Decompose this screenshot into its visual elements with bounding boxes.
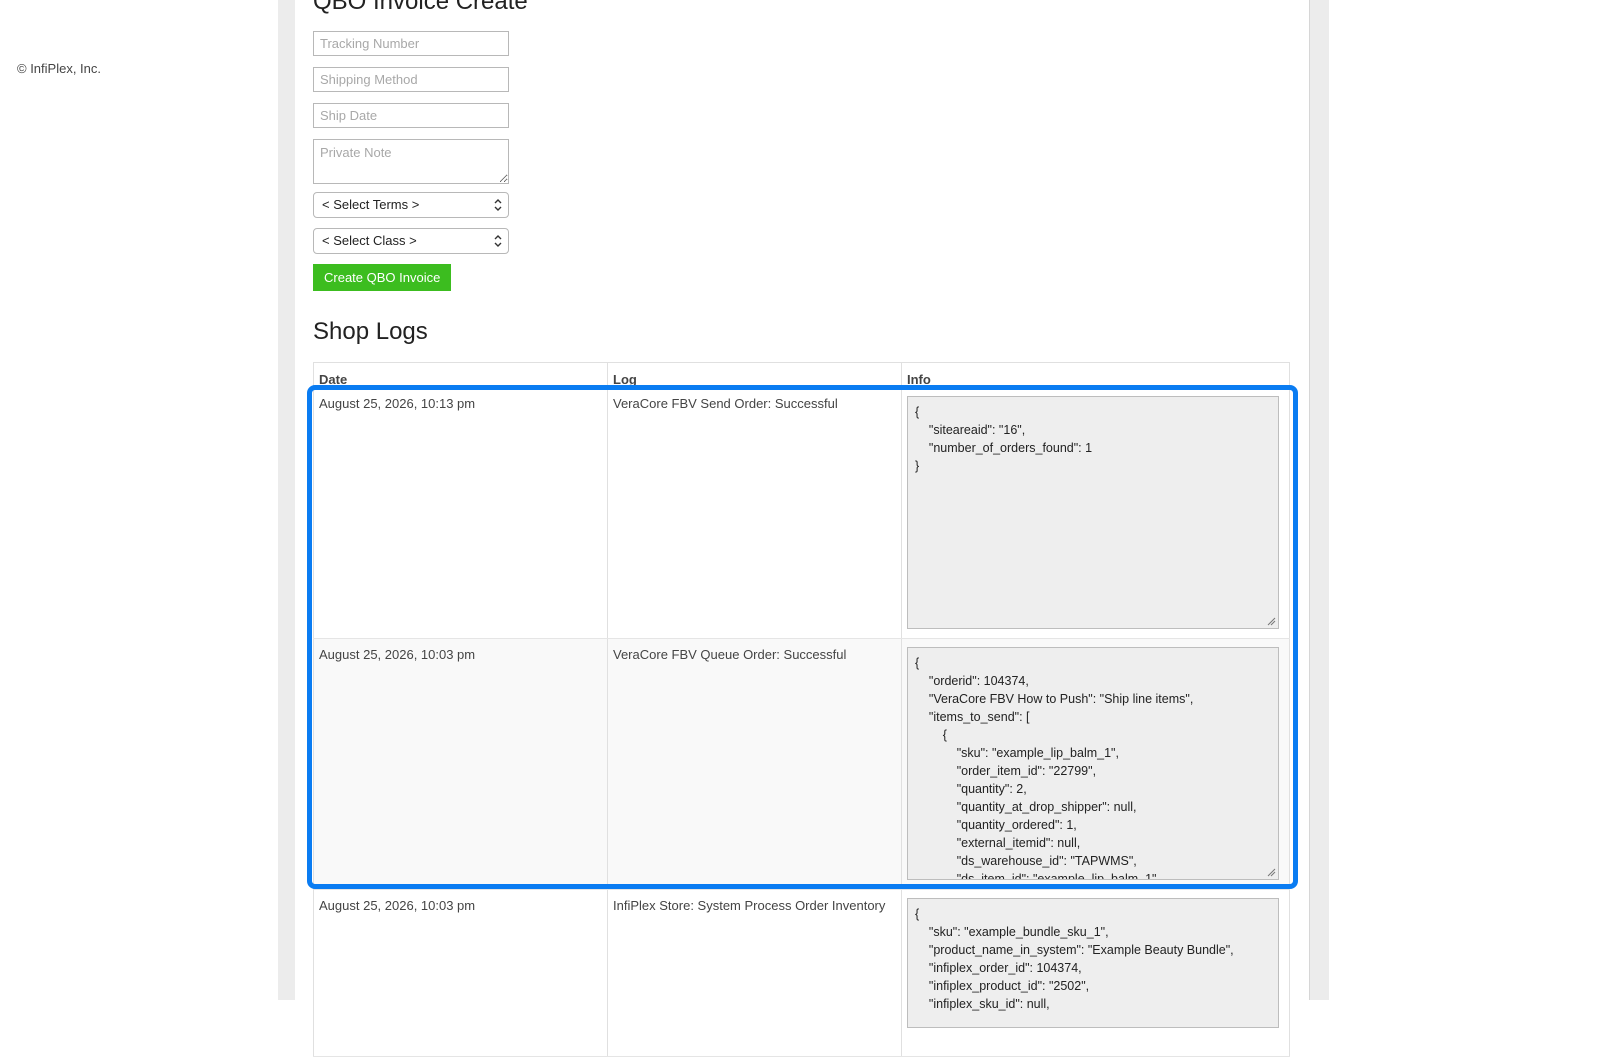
copyright-text: © InfiPlex, Inc. (17, 61, 101, 76)
left-gutter (278, 0, 295, 1000)
shipping-method-input[interactable] (313, 67, 509, 92)
shop-logs-table: Date Log Info August 25, 2026, 10:13 pm … (313, 362, 1290, 1057)
column-header-date: Date (313, 362, 608, 388)
terms-select[interactable]: < Select Terms > (313, 192, 509, 218)
class-select[interactable]: < Select Class > (313, 228, 509, 254)
log-info-textarea[interactable]: { "sku": "example_bundle_sku_1", "produc… (907, 898, 1279, 1028)
resize-grip-icon[interactable] (1266, 867, 1276, 877)
select-chevron-icon (494, 199, 502, 211)
panel-border (1309, 0, 1310, 1000)
table-row: August 25, 2026, 10:03 pm InfiPlex Store… (313, 889, 1290, 1057)
log-info-text: { "orderid": 104374, "VeraCore FBV How t… (915, 656, 1194, 880)
create-qbo-invoice-button[interactable]: Create QBO Invoice (313, 264, 452, 291)
right-gutter (1309, 0, 1329, 1000)
log-info-textarea[interactable]: { "orderid": 104374, "VeraCore FBV How t… (907, 647, 1279, 880)
invoice-title: QBO Invoice Create (313, 0, 528, 15)
resize-grip-icon[interactable] (1266, 616, 1276, 626)
column-header-log: Log (607, 362, 902, 388)
log-message: VeraCore FBV Send Order: Successful (607, 387, 902, 639)
log-date: August 25, 2026, 10:03 pm (313, 638, 608, 890)
log-info-cell: { "sku": "example_bundle_sku_1", "produc… (901, 889, 1290, 1057)
log-info-cell: { "siteareaid": "16", "number_of_orders_… (901, 387, 1290, 639)
log-info-text: { "sku": "example_bundle_sku_1", "produc… (915, 907, 1234, 1011)
table-header-row: Date Log Info (313, 362, 1290, 388)
private-note-textarea[interactable] (313, 139, 509, 184)
log-date: August 25, 2026, 10:13 pm (313, 387, 608, 639)
select-chevron-icon (494, 235, 502, 247)
table-row: August 25, 2026, 10:03 pm VeraCore FBV Q… (313, 638, 1290, 890)
class-select-value: < Select Class > (322, 233, 417, 248)
column-header-info: Info (901, 362, 1290, 388)
log-info-cell: { "orderid": 104374, "VeraCore FBV How t… (901, 638, 1290, 890)
log-message: VeraCore FBV Queue Order: Successful (607, 638, 902, 890)
log-date: August 25, 2026, 10:03 pm (313, 889, 608, 1057)
log-info-text: { "siteareaid": "16", "number_of_orders_… (915, 405, 1093, 473)
log-info-textarea[interactable]: { "siteareaid": "16", "number_of_orders_… (907, 396, 1279, 629)
ship-date-input[interactable] (313, 103, 509, 128)
tracking-number-input[interactable] (313, 31, 509, 56)
table-row: August 25, 2026, 10:13 pm VeraCore FBV S… (313, 387, 1290, 639)
log-message: InfiPlex Store: System Process Order Inv… (607, 889, 902, 1057)
shop-logs-title: Shop Logs (313, 318, 428, 345)
terms-select-value: < Select Terms > (322, 197, 420, 212)
